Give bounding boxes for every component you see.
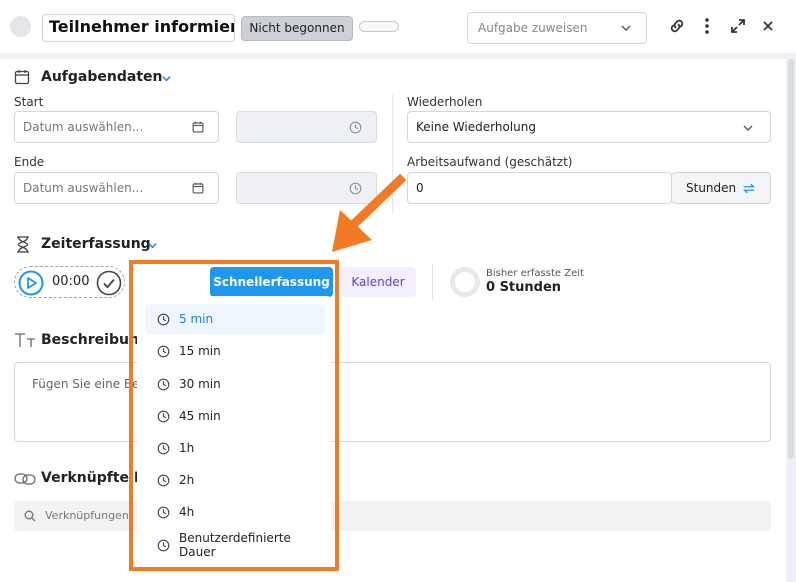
chevron-down-icon [743, 125, 753, 131]
tracked-time-label: Bisher erfasste Zeit [486, 268, 584, 279]
effort-input[interactable]: 0 [407, 172, 672, 204]
task-title-input[interactable]: Teilnehmer informieren [42, 14, 235, 42]
assign-select[interactable]: Aufgabe zuweisen [467, 12, 647, 44]
calendar-icon [192, 182, 204, 194]
link-icon[interactable] [667, 16, 687, 36]
task-data-title: Aufgabendaten [41, 69, 163, 85]
end-date-placeholder: Datum auswählen... [23, 181, 144, 195]
text-format-icon [15, 333, 35, 347]
highlight-frame [129, 260, 339, 571]
start-date-placeholder: Datum auswählen... [23, 120, 144, 134]
task-header: Teilnehmer informieren Nicht begonnen Au… [0, 0, 796, 53]
start-label: Start [14, 95, 44, 109]
play-icon[interactable] [18, 270, 44, 296]
start-time-input[interactable] [236, 111, 377, 143]
description-title: Beschreibun [41, 332, 139, 348]
more-vertical-icon[interactable] [697, 16, 717, 36]
calendar-icon [14, 70, 30, 85]
scrollbar[interactable] [788, 59, 794, 459]
timer-display: 00:00 [52, 274, 90, 289]
swap-icon [743, 183, 755, 194]
end-label: Ende [14, 155, 45, 169]
highlight-arrow-icon [332, 173, 407, 252]
link-search-input[interactable]: Verknüpfungen [14, 501, 771, 531]
time-tracking-title: Zeiterfassung [41, 236, 151, 252]
end-date-input[interactable]: Datum auswählen... [14, 172, 219, 204]
status-toggle[interactable] [359, 21, 399, 32]
chevron-down-icon[interactable] [161, 73, 172, 84]
chevron-down-icon[interactable] [147, 240, 158, 251]
status-badge[interactable]: Nicht begonnen [241, 16, 353, 41]
repeat-value: Keine Wiederholung [416, 120, 536, 134]
tracked-time-donut [450, 267, 480, 297]
effort-label: Arbeitsaufwand (geschätzt) [407, 155, 573, 169]
search-icon [24, 510, 36, 522]
repeat-select[interactable]: Keine Wiederholung [407, 111, 771, 143]
effort-unit: Stunden [686, 181, 737, 195]
description-input[interactable]: Fügen Sie eine Be [14, 362, 771, 442]
effort-unit-toggle[interactable]: Stunden [671, 172, 771, 204]
complete-toggle[interactable] [10, 16, 31, 37]
linked-items-icon [14, 473, 36, 485]
start-date-input[interactable]: Datum auswählen... [14, 111, 219, 143]
repeat-label: Wiederholen [407, 95, 483, 109]
assign-placeholder: Aufgabe zuweisen [478, 21, 588, 35]
expand-icon[interactable] [728, 16, 748, 36]
hourglass-icon [17, 236, 29, 253]
calendar-icon [192, 121, 204, 133]
tracked-time-value: 0 Stunden [486, 280, 562, 295]
check-icon[interactable] [96, 270, 122, 296]
clock-icon [349, 121, 362, 134]
chevron-down-icon [621, 25, 631, 31]
tab-calendar[interactable]: Kalender [340, 267, 416, 297]
tracking-divider [432, 264, 433, 300]
link-search-placeholder: Verknüpfungen [45, 509, 129, 522]
close-icon[interactable] [758, 16, 778, 36]
